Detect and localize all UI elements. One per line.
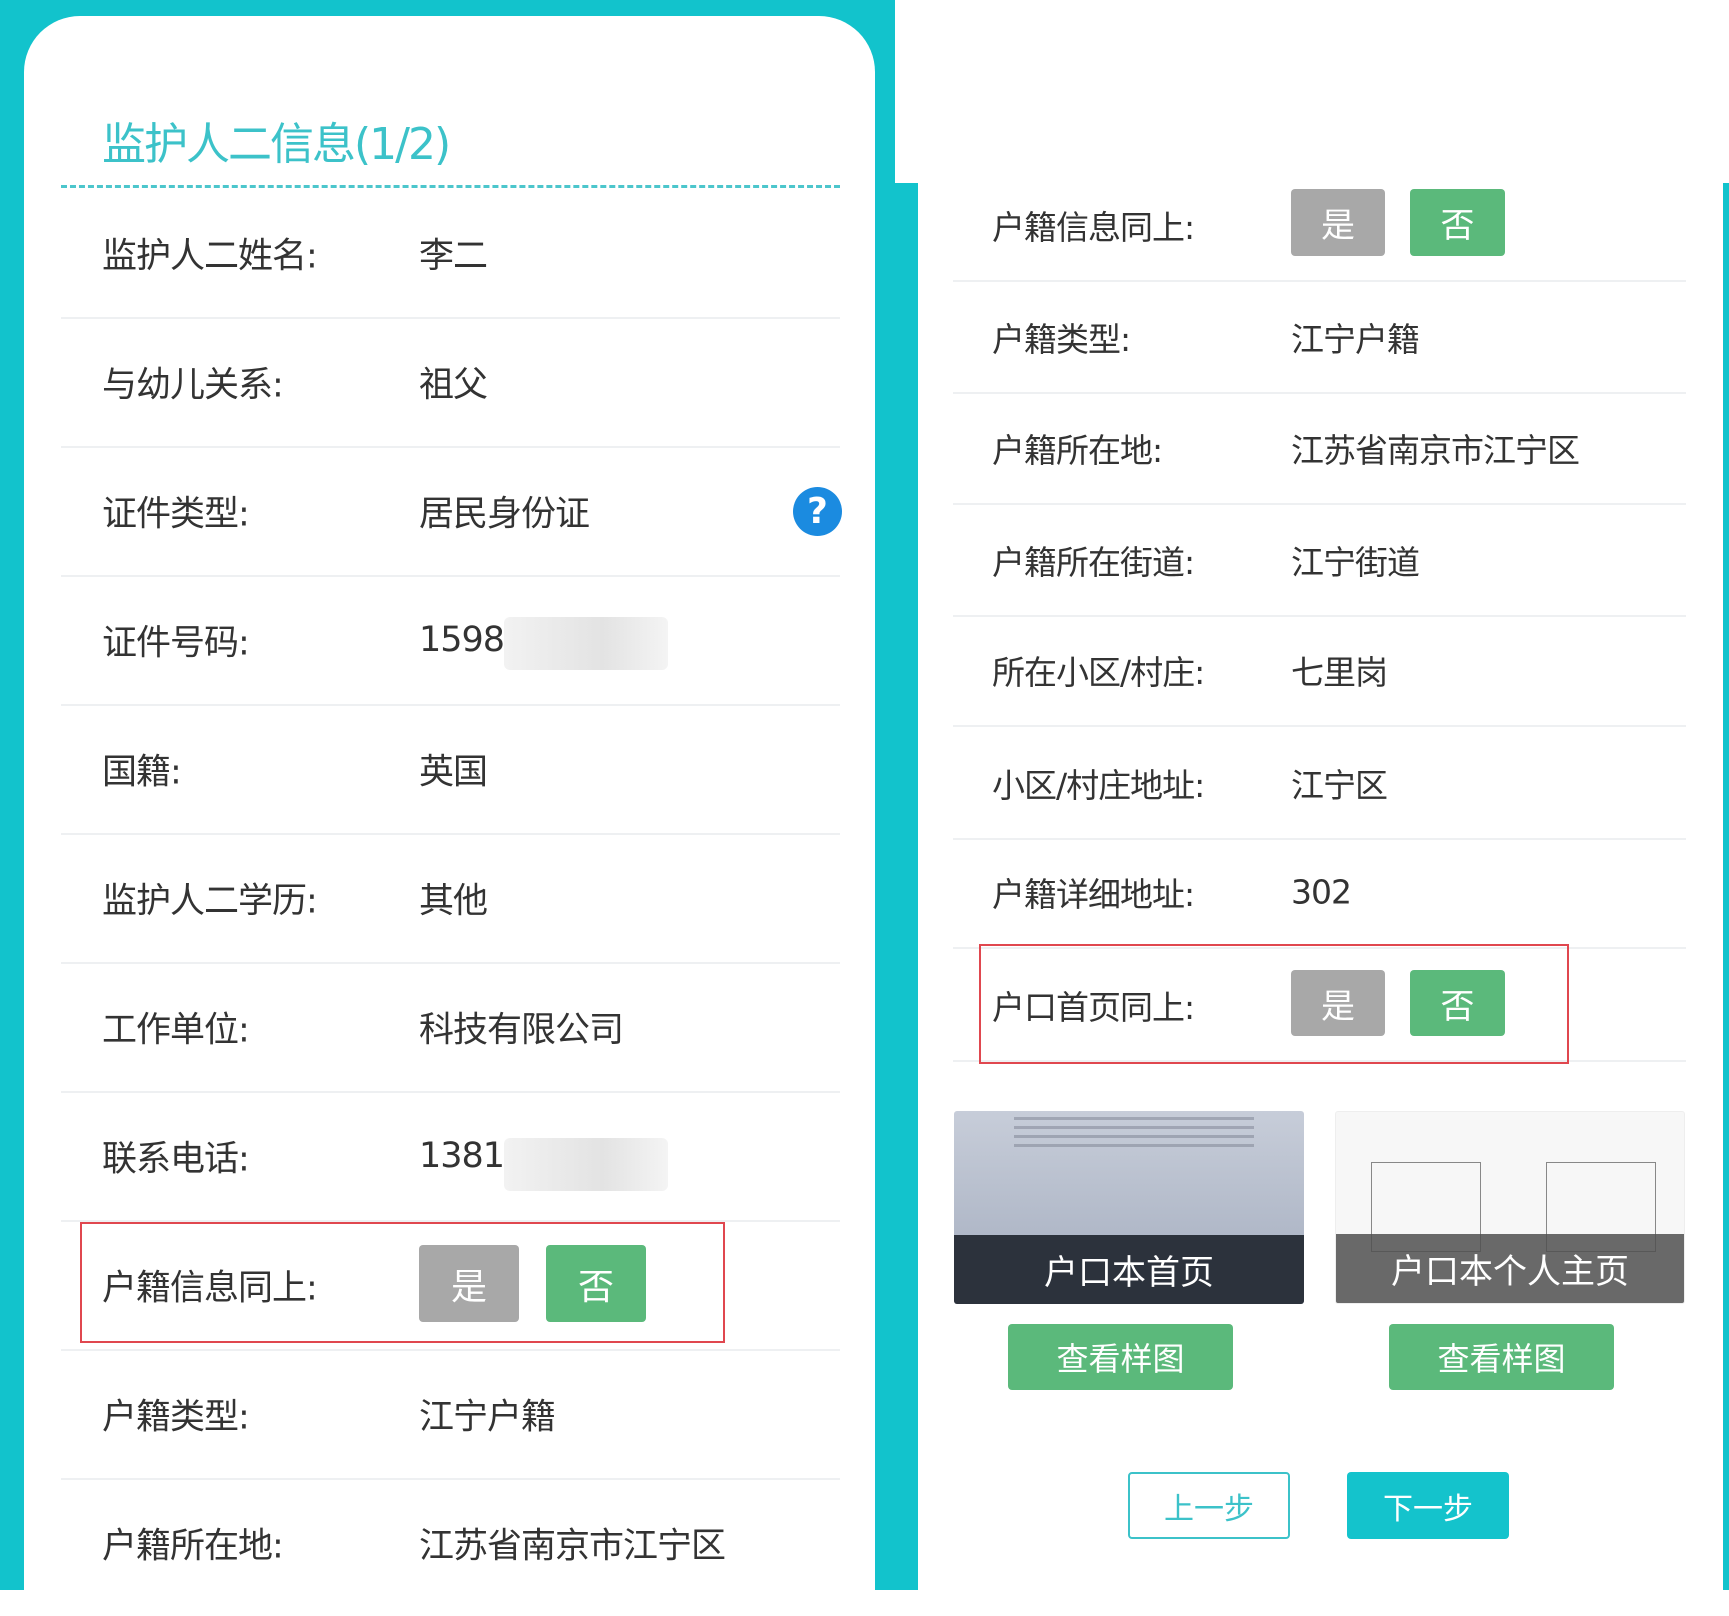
row-divider [953,503,1686,505]
field-label: 户籍所在地: [102,1526,284,1567]
upload-caption: 户口本首页 [954,1235,1304,1304]
field-value: 江苏省南京市江宁区 [1291,431,1580,470]
question-circle-icon[interactable]: ? [793,487,842,536]
view-sample-button[interactable]: 查看样图 [1389,1324,1614,1390]
right-right-border [1723,183,1729,1590]
sample-text-lines [1014,1117,1254,1147]
upload-caption: 户口本个人主页 [1336,1234,1684,1303]
field-label: 户籍类型: [102,1397,250,1438]
first-page-same-yes-button[interactable]: 是 [1291,970,1385,1036]
right-household-same-no-button[interactable]: 否 [1410,189,1505,256]
row-divider [61,446,840,448]
field-label: 工作单位: [102,1010,250,1051]
field-label: 所在小区/村庄: [992,653,1205,692]
next-step-button[interactable]: 下一步 [1347,1472,1509,1539]
field-label: 户籍类型: [992,320,1131,359]
field-label: 证件类型: [102,494,250,535]
row-divider [61,1349,840,1351]
prev-step-button[interactable]: 上一步 [1128,1472,1290,1539]
field-value: 江宁区 [1291,766,1388,805]
field-value: 七里岗 [1291,653,1388,692]
field-value: 江苏省南京市江宁区 [419,1526,726,1567]
field-value: 1381 [419,1136,505,1176]
field-label: 国籍: [102,752,182,793]
page-title: 监护人二信息(1/2) [102,119,451,170]
row-divider [61,704,840,706]
right-left-border [895,183,918,1590]
row-divider [953,280,1686,282]
field-value: 江宁街道 [1291,543,1420,582]
field-value: 祖父 [419,365,488,406]
row-divider [61,833,840,835]
row-divider [953,392,1686,394]
field-label: 证件号码: [102,623,250,664]
field-label: 户籍所在地: [992,431,1163,470]
field-label: 户籍信息同上: [992,208,1195,247]
field-value: 1598 [419,620,505,660]
field-value: 江宁户籍 [1291,320,1420,359]
field-value: 302 [1291,872,1352,912]
field-value: 其他 [419,881,488,922]
upload-household-personal-page[interactable]: 户口本个人主页 [1335,1111,1685,1304]
field-value: 英国 [419,752,488,793]
field-label: 监护人二学历: [102,881,318,922]
field-label: 小区/村庄地址: [992,766,1205,805]
row-divider [953,838,1686,840]
row-divider [953,725,1686,727]
field-label: 监护人二姓名: [102,236,318,277]
right-household-same-yes-button[interactable]: 是 [1291,189,1385,256]
row-divider [61,962,840,964]
row-divider [61,1091,840,1093]
first-page-same-no-button[interactable]: 否 [1410,970,1505,1036]
title-divider [61,185,840,188]
field-label: 户籍所在街道: [992,543,1195,582]
household-same-yes-button[interactable]: 是 [419,1245,519,1322]
view-sample-button[interactable]: 查看样图 [1008,1324,1233,1390]
field-label: 联系电话: [102,1139,250,1180]
household-same-no-button[interactable]: 否 [546,1245,646,1322]
field-value: 科技有限公司 [419,1010,624,1051]
upload-household-first-page[interactable]: 户口本首页 [954,1111,1304,1304]
phone-mask [504,1138,668,1191]
field-value: 居民身份证 [419,494,590,535]
field-value: 江宁户籍 [419,1397,556,1438]
row-divider [61,1478,840,1480]
row-divider [953,615,1686,617]
field-label: 户籍详细地址: [992,875,1195,914]
field-value: 李二 [419,236,488,277]
row-divider [61,317,840,319]
id-number-mask [504,617,668,670]
field-label: 与幼儿关系: [102,365,284,406]
row-divider [61,575,840,577]
